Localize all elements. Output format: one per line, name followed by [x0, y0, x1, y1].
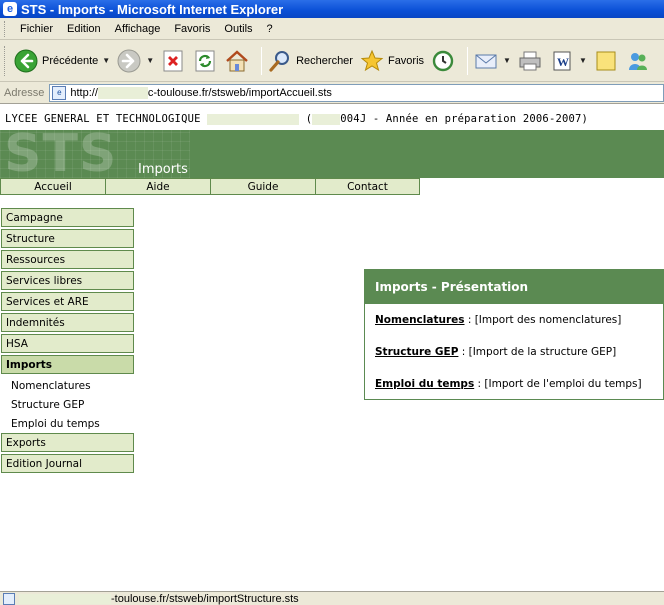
panel-row-emploi-du-temps: Emploi du temps : [Import de l'emploi du…	[375, 378, 642, 390]
svg-text:W: W	[557, 55, 569, 69]
search-button[interactable]: Rechercher	[267, 48, 353, 74]
forward-dropdown-icon[interactable]: ▼	[146, 56, 154, 65]
mail-button[interactable]: ▼	[473, 48, 511, 74]
back-label: Précédente	[42, 54, 99, 67]
sidebar-subitem-emploi-du-temps[interactable]: Emploi du temps	[1, 414, 134, 433]
menu-fichier[interactable]: Fichier	[13, 23, 60, 35]
forward-button[interactable]: ▼	[116, 48, 154, 74]
toolbar-separator-2	[467, 46, 469, 75]
forward-arrow-icon	[116, 48, 142, 74]
edit-button[interactable]: W ▼	[549, 48, 587, 74]
sidebar-item-imports[interactable]: Imports	[1, 355, 134, 374]
home-icon	[224, 48, 250, 74]
emploi-du-temps-desc: : [Import de l'emploi du temps]	[474, 378, 642, 390]
page-icon: e	[52, 85, 67, 100]
history-icon	[430, 48, 456, 74]
sidebar-item-edition-journal[interactable]: Edition Journal	[1, 454, 134, 473]
menu-grip	[4, 20, 7, 37]
imports-presentation-panel: Imports - Présentation Nomenclatures : […	[364, 269, 664, 400]
tab-contact[interactable]: Contact	[315, 178, 420, 195]
status-url-redaction	[19, 593, 111, 604]
status-page-icon	[3, 592, 15, 605]
school-line: LYCEE GENERAL ET TECHNOLOGIQUE (004J - A…	[5, 113, 588, 125]
panel-row-structure-gep: Structure GEP : [Import de la structure …	[375, 346, 616, 358]
note-icon	[593, 48, 619, 74]
printer-icon	[517, 48, 543, 74]
sidebar-item-hsa[interactable]: HSA	[1, 334, 134, 353]
toolbar-separator	[261, 46, 263, 75]
back-arrow-icon	[13, 48, 39, 74]
sidebar-item-exports[interactable]: Exports	[1, 433, 134, 452]
stop-icon	[160, 48, 186, 74]
panel-title: Imports - Présentation	[365, 270, 663, 304]
word-edit-icon: W	[549, 48, 575, 74]
edit-dropdown-icon[interactable]: ▼	[579, 56, 587, 65]
school-prefix: LYCEE GENERAL ET TECHNOLOGIQUE	[5, 113, 201, 125]
school-code-redaction	[312, 113, 341, 125]
sidebar-item-services-libres[interactable]: Services libres	[1, 271, 134, 290]
menu-bar: Fichier Edition Affichage Favoris Outils…	[0, 18, 664, 40]
nomenclatures-desc: : [Import des nomenclatures]	[464, 314, 622, 326]
structure-gep-link[interactable]: Structure GEP	[375, 346, 458, 358]
messenger-icon	[625, 48, 651, 74]
tab-accueil[interactable]: Accueil	[0, 178, 105, 195]
back-dropdown-icon[interactable]: ▼	[102, 56, 110, 65]
structure-gep-desc: : [Import de la structure GEP]	[458, 346, 617, 358]
mail-dropdown-icon[interactable]: ▼	[503, 56, 511, 65]
sidebar-subitem-structure-gep[interactable]: Structure GEP	[1, 395, 134, 414]
mail-icon	[473, 48, 499, 74]
top-nav: Accueil Aide Guide Contact	[0, 178, 420, 195]
menu-help[interactable]: ?	[260, 23, 280, 35]
stop-button[interactable]	[160, 48, 186, 74]
school-name-redaction	[207, 113, 300, 125]
refresh-icon	[192, 48, 218, 74]
sidebar: Campagne Structure Ressources Services l…	[1, 208, 134, 475]
refresh-button[interactable]	[192, 48, 218, 74]
browser-toolbar: Précédente ▼ ▼ Rechercher Favoris ▼ W ▼	[0, 40, 664, 82]
home-button[interactable]	[224, 48, 250, 74]
menu-outils[interactable]: Outils	[217, 23, 259, 35]
address-input[interactable]: e http:// c-toulouse.fr/stsweb/importAcc…	[49, 83, 664, 102]
ie-app-icon: e	[3, 2, 17, 16]
url-suffix: c-toulouse.fr/stsweb/importAccueil.sts	[147, 86, 332, 99]
menu-affichage[interactable]: Affichage	[108, 23, 168, 35]
toolbar-grip	[4, 45, 7, 76]
tab-aide[interactable]: Aide	[105, 178, 210, 195]
sidebar-item-structure[interactable]: Structure	[1, 229, 134, 248]
sidebar-item-indemnites[interactable]: Indemnités	[1, 313, 134, 332]
url-redaction	[97, 86, 148, 99]
url-prefix: http://	[70, 86, 98, 99]
sidebar-item-campagne[interactable]: Campagne	[1, 208, 134, 227]
search-label: Rechercher	[296, 54, 353, 67]
nomenclatures-link[interactable]: Nomenclatures	[375, 314, 465, 326]
address-bar: Adresse e http:// c-toulouse.fr/stsweb/i…	[0, 82, 664, 104]
menu-favoris[interactable]: Favoris	[167, 23, 217, 35]
menu-edition[interactable]: Edition	[60, 23, 108, 35]
window-title-bar: e STS - Imports - Microsoft Internet Exp…	[0, 0, 664, 18]
sidebar-subitem-nomenclatures[interactable]: Nomenclatures	[1, 376, 134, 395]
messenger-button[interactable]	[625, 48, 651, 74]
school-suffix: 004J - Année en préparation 2006-2007)	[340, 113, 589, 125]
sidebar-item-ressources[interactable]: Ressources	[1, 250, 134, 269]
status-url: -toulouse.fr/stsweb/importStructure.sts	[111, 592, 299, 605]
emploi-du-temps-link[interactable]: Emploi du temps	[375, 378, 474, 390]
status-bar: -toulouse.fr/stsweb/importStructure.sts	[0, 591, 664, 605]
address-label: Adresse	[4, 86, 45, 99]
favorites-label: Favoris	[387, 54, 425, 67]
app-banner: STS Imports	[0, 130, 664, 178]
favorites-button[interactable]: Favoris	[359, 48, 424, 74]
back-button[interactable]: Précédente ▼	[13, 48, 110, 74]
window-title: STS - Imports - Microsoft Internet Explo…	[21, 1, 284, 17]
sidebar-item-services-are[interactable]: Services et ARE	[1, 292, 134, 311]
print-button[interactable]	[517, 48, 543, 74]
tab-guide[interactable]: Guide	[210, 178, 315, 195]
discuss-button[interactable]	[593, 48, 619, 74]
sts-logo: STS	[4, 130, 118, 178]
search-icon	[267, 48, 293, 74]
panel-row-nomenclatures: Nomenclatures : [Import des nomenclature…	[375, 314, 621, 326]
history-button[interactable]	[430, 48, 456, 74]
star-icon	[359, 48, 385, 74]
page-title: Imports	[138, 162, 188, 177]
